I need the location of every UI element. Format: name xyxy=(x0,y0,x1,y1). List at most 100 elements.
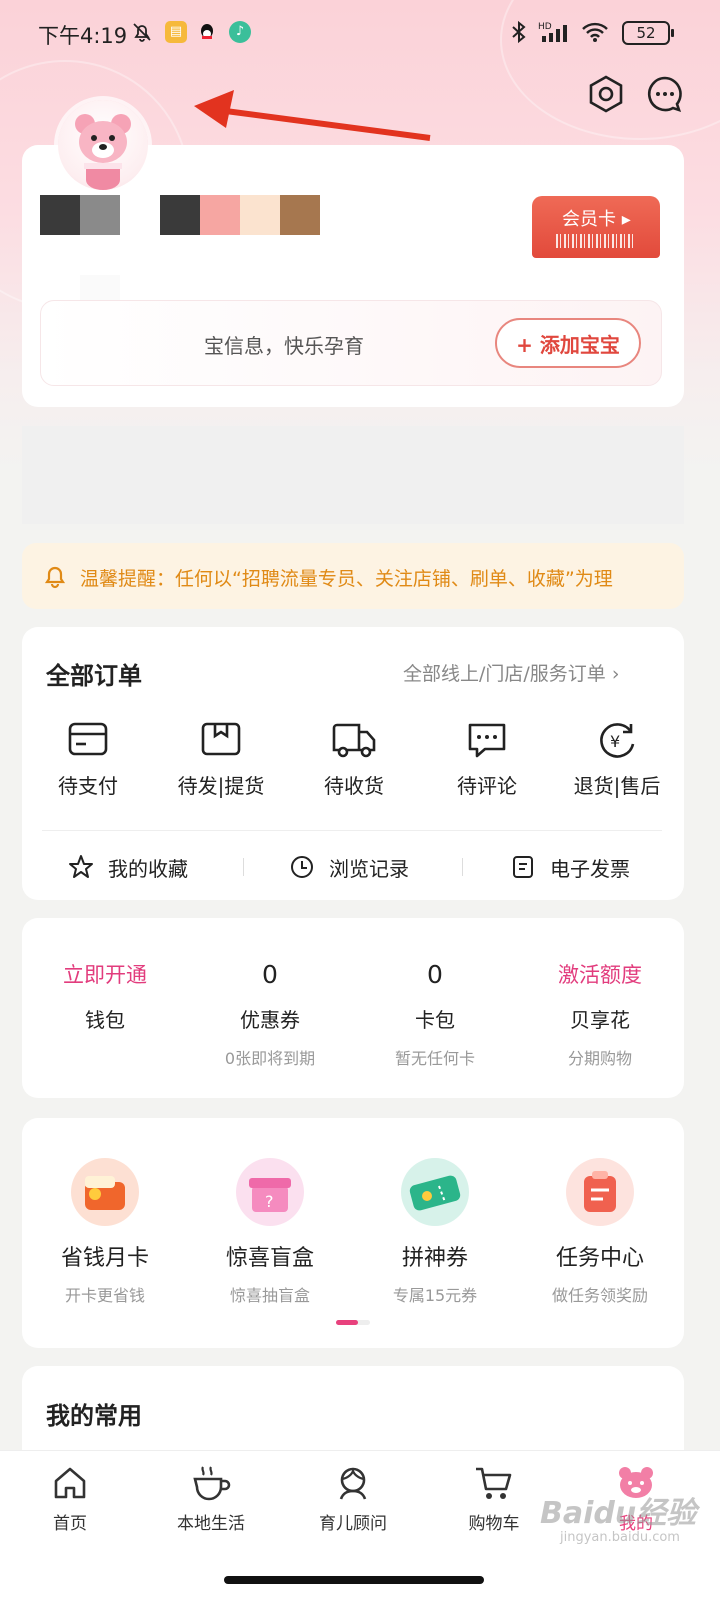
nav-label: 首页 xyxy=(53,1514,87,1534)
wallet-icon xyxy=(71,1158,139,1226)
svg-text:¥: ¥ xyxy=(610,732,620,751)
common-title: 我的常用 xyxy=(46,1402,142,1430)
card-pack-entry[interactable]: 0 卡包 暂无任何卡 xyxy=(355,960,515,1069)
coupon-icon xyxy=(401,1158,469,1226)
promo-desc: 开卡更省钱 xyxy=(64,1286,145,1305)
order-refund[interactable]: ¥ 退货|售后 xyxy=(552,720,682,799)
coupon-count: 0 xyxy=(262,960,278,989)
promo-name: 省钱月卡 xyxy=(60,1246,149,1271)
wallet-activate-link[interactable]: 立即开通 xyxy=(25,960,185,990)
wallet-label: 钱包 xyxy=(85,1008,125,1032)
promo-desc: 做任务领奖励 xyxy=(551,1286,648,1305)
promo-task-center[interactable]: 任务中心 做任务领奖励 xyxy=(520,1158,680,1306)
advisor-icon xyxy=(339,1467,367,1500)
bluetooth-icon xyxy=(508,20,530,44)
chat-bubble-icon xyxy=(647,76,682,113)
svg-text:?: ? xyxy=(265,1192,274,1211)
settings-button[interactable] xyxy=(586,74,626,114)
bell-icon xyxy=(44,566,66,589)
message-button[interactable] xyxy=(645,74,685,114)
promo-name: 任务中心 xyxy=(555,1246,644,1271)
order-pending-shipment[interactable]: 待发|提货 xyxy=(156,720,286,799)
cart-icon xyxy=(476,1467,512,1499)
installment-entry[interactable]: 激活额度 贝享花 分期购物 xyxy=(520,960,680,1069)
installment-activate-link[interactable]: 激活额度 xyxy=(520,960,680,990)
promo-coupon[interactable]: 拼神券 专属15元券 xyxy=(355,1158,515,1306)
star-icon xyxy=(69,855,93,878)
favorites-button[interactable]: 我的收藏 xyxy=(68,852,188,882)
order-label: 待收货 xyxy=(324,774,384,798)
history-button[interactable]: 浏览记录 xyxy=(289,852,409,882)
promo-desc: 专属15元券 xyxy=(392,1286,478,1305)
app-badge-icon: ♪ xyxy=(229,20,251,44)
order-pending-payment[interactable]: 待支付 xyxy=(23,720,153,799)
nav-advisor[interactable]: 育儿顾问 xyxy=(293,1463,413,1534)
member-card-label: 会员卡 ▸ xyxy=(562,209,631,230)
home-icon xyxy=(54,1467,86,1499)
promo-monthly-card[interactable]: 省钱月卡 开卡更省钱 xyxy=(25,1158,185,1306)
orders-divider xyxy=(42,830,662,831)
coupon-entry[interactable]: 0 优惠券 0张即将到期 xyxy=(190,960,350,1069)
truck-icon xyxy=(332,723,376,758)
promo-desc: 惊喜抽盲盒 xyxy=(229,1286,310,1305)
order-pending-receipt[interactable]: 待收货 xyxy=(289,720,419,799)
coffee-icon xyxy=(193,1466,231,1501)
home-indicator[interactable] xyxy=(224,1576,484,1584)
annotation-arrow-icon xyxy=(194,90,431,141)
status-time: 下午4:19 xyxy=(38,24,128,48)
all-orders-link[interactable]: 全部线上/门店/服务订单 › xyxy=(403,659,619,686)
member-card-button[interactable]: 会员卡 ▸ xyxy=(532,196,660,258)
quick-label: 电子发票 xyxy=(550,856,630,881)
quick-label: 浏览记录 xyxy=(329,856,409,881)
card-pack-sub: 暂无任何卡 xyxy=(394,1049,475,1068)
add-baby-button[interactable]: + 添加宝宝 xyxy=(495,318,641,368)
nav-label: 育儿顾问 xyxy=(319,1514,387,1534)
banner-placeholder xyxy=(22,426,684,524)
task-icon xyxy=(566,1158,634,1226)
battery-indicator: 52 xyxy=(622,21,674,45)
coupon-label: 优惠券 xyxy=(240,1008,300,1032)
wallet-entry[interactable]: 立即开通 钱包 xyxy=(25,960,185,1045)
orders-title: 全部订单 xyxy=(46,662,142,690)
promo-blind-box[interactable]: ? 惊喜盲盒 惊喜抽盲盒 xyxy=(190,1158,350,1306)
card-pack-label: 卡包 xyxy=(415,1008,455,1032)
watermark-url: jingyan.baidu.com xyxy=(560,1530,680,1545)
avatar[interactable] xyxy=(58,100,148,190)
status-bar: 下午4:19 ▤ ♪ HD 52 xyxy=(0,0,720,64)
order-label: 退货|售后 xyxy=(573,774,661,798)
promo-pager xyxy=(336,1320,370,1325)
signal-icon: HD xyxy=(538,20,574,44)
watermark-brand: Baidu经验 xyxy=(540,1496,697,1531)
promo-name: 拼神券 xyxy=(401,1246,468,1271)
notice-bar[interactable]: 温馨提醒：任何以“招聘流量专员、关注店铺、刷单、收藏”为理 xyxy=(22,543,684,609)
mute-icon xyxy=(130,20,154,44)
nav-home[interactable]: 首页 xyxy=(10,1463,130,1534)
notes-app-icon: ▤ xyxy=(165,20,187,44)
quick-label: 我的收藏 xyxy=(108,856,188,881)
installment-label: 贝享花 xyxy=(570,1008,630,1032)
gift-box-icon: ? xyxy=(236,1158,304,1226)
order-pending-review[interactable]: 待评论 xyxy=(422,720,552,799)
invoice-icon xyxy=(513,856,533,878)
card-pack-count: 0 xyxy=(427,960,443,989)
comment-icon xyxy=(468,723,506,758)
nav-local[interactable]: 本地生活 xyxy=(151,1463,271,1534)
wifi-icon xyxy=(580,20,610,44)
username-mosaic xyxy=(40,195,320,235)
qq-app-icon xyxy=(196,20,218,44)
quick-separator xyxy=(243,858,244,876)
notice-text: 温馨提醒：任何以“招聘流量专员、关注店铺、刷单、收藏”为理 xyxy=(80,568,613,590)
card-icon xyxy=(68,722,108,756)
order-label: 待支付 xyxy=(58,774,118,798)
installment-sub: 分期购物 xyxy=(567,1049,632,1068)
bear-avatar-icon xyxy=(75,114,131,190)
nav-cart[interactable]: 购物车 xyxy=(434,1463,554,1534)
baby-info-text: 宝信息，快乐孕育 xyxy=(204,334,364,358)
refund-icon: ¥ xyxy=(600,723,635,758)
invoice-button[interactable]: 电子发票 xyxy=(510,852,630,882)
svg-text:HD: HD xyxy=(538,22,552,32)
nav-label: 本地生活 xyxy=(177,1514,245,1534)
order-label: 待评论 xyxy=(457,774,517,798)
box-icon xyxy=(201,722,241,756)
settings-hex-icon xyxy=(589,75,623,113)
